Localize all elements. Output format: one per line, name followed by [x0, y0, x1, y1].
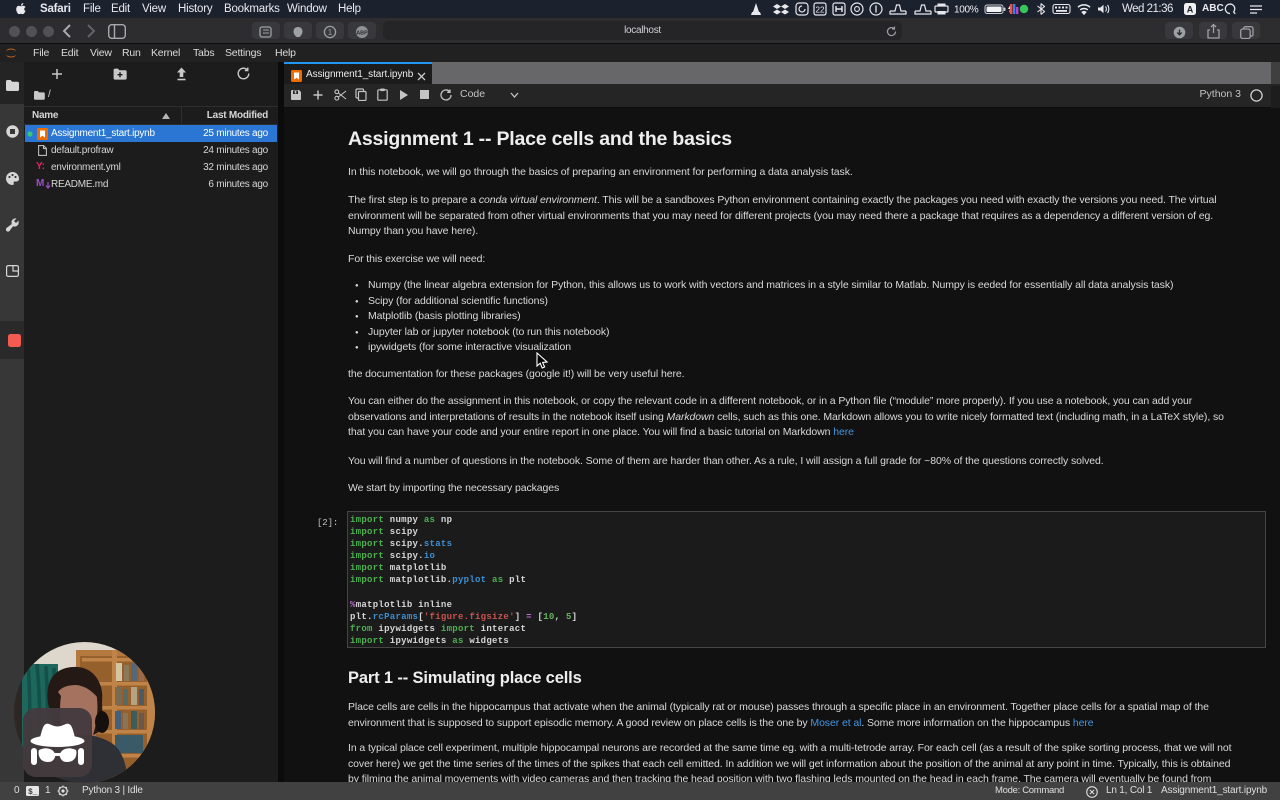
svg-text:22: 22	[816, 6, 825, 15]
svg-text:$_: $_	[28, 788, 38, 796]
svg-text:ABP: ABP	[356, 31, 368, 37]
svg-text:A: A	[1187, 5, 1194, 15]
svg-text:100%: 100%	[954, 5, 979, 16]
svg-text:1: 1	[328, 28, 333, 37]
